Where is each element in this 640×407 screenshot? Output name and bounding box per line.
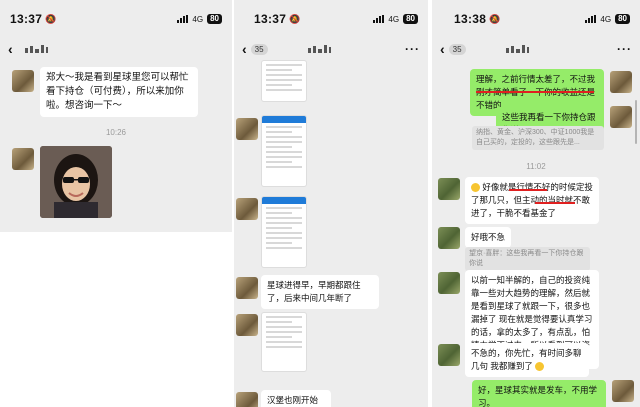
chat-panel-3: 13:38 🔕 4G 80 ‹ 35 ··· 理解，之前行情太差了，不过我刚才简… [432, 0, 640, 407]
signal-icon [373, 15, 385, 23]
quoted-message[interactable]: 纳指、黄金、沪深300、中证1000我是自己买的，定投的，这些跟先是... [472, 126, 604, 150]
chat-header: ‹ 35 ··· [234, 38, 428, 60]
chat-panel-2: 13:37 🔕 4G 80 ‹ 35 ··· 星球进得早，早期都跟住了，后来中间… [234, 0, 428, 407]
chat-name-redacted [24, 45, 48, 53]
silent-bell-icon: 🔕 [489, 13, 501, 24]
highlight-underline [476, 91, 594, 93]
battery-icon: 80 [615, 14, 630, 24]
chat-header: ‹ 35 ··· [432, 38, 640, 60]
more-options-icon[interactable]: ··· [617, 42, 632, 56]
message-bubble: 星球进得早，早期都跟住了，后来中间几年断了 [261, 275, 379, 309]
chat-name-redacted [505, 45, 529, 53]
smile-emoji-icon [471, 183, 480, 193]
photo-message[interactable] [40, 146, 112, 218]
contact-avatar[interactable] [438, 227, 460, 249]
status-time: 13:38 [454, 12, 487, 26]
status-time: 13:37 [10, 12, 43, 26]
message-text: 不急的，你先忙，有时间多聊几句 我都赚到了 [471, 348, 582, 371]
own-avatar[interactable] [610, 71, 632, 93]
signal-icon [177, 15, 189, 23]
more-options-icon[interactable]: ··· [405, 42, 420, 56]
chat-name-redacted [307, 45, 331, 53]
own-avatar[interactable] [610, 106, 632, 128]
highlight-underline [509, 189, 547, 191]
screenshot-image[interactable] [261, 196, 307, 268]
screenshot-image[interactable] [261, 60, 307, 102]
quoted-message[interactable]: 望京·喜胖：这些我再看一下你持仓跟你说 [465, 247, 590, 271]
signal-icon [585, 15, 597, 23]
smile-emoji-icon [535, 362, 545, 372]
contact-avatar[interactable] [438, 272, 460, 294]
network-label: 4G [600, 14, 612, 24]
silent-bell-icon: 🔕 [45, 13, 57, 24]
sender-avatar[interactable] [236, 277, 258, 299]
sender-avatar[interactable] [236, 118, 258, 140]
silent-bell-icon: 🔕 [289, 13, 301, 24]
sender-avatar[interactable] [236, 314, 258, 336]
battery-icon: 80 [403, 14, 418, 24]
network-label: 4G [192, 14, 204, 24]
status-bar: 13:37 🔕 4G 80 [0, 0, 232, 38]
own-avatar[interactable] [612, 380, 634, 402]
contact-avatar[interactable] [438, 344, 460, 366]
chat-panel-1: 13:37 🔕 4G 80 ‹ 郑大～我是看到星球里您可以帮忙看下持仓（可付费）… [0, 0, 232, 232]
message-bubble: 郑大～我是看到星球里您可以帮忙看下持仓（可付费），所以来加你啦。想咨询一下～ [40, 67, 198, 117]
back-arrow-icon[interactable]: ‹ [242, 41, 247, 57]
back-arrow-icon[interactable]: ‹ [440, 41, 445, 57]
screenshot-image[interactable] [261, 312, 307, 372]
sender-avatar[interactable] [236, 392, 258, 407]
sender-avatar[interactable] [236, 198, 258, 220]
chat-header: ‹ [0, 38, 232, 60]
message-bubble: 汉堡也刚开始跟 [261, 390, 331, 407]
time-divider: 10:26 [105, 128, 127, 137]
back-arrow-icon[interactable]: ‹ [8, 41, 13, 57]
highlight-underline [535, 202, 575, 204]
message-text: 好像就是行情不好的时候定投了那几只，但主动的当时就不敢进了，干脆不看基金了 [471, 182, 593, 218]
contact-avatar[interactable] [438, 178, 460, 200]
status-bar: 13:38 🔕 4G 80 [432, 0, 640, 38]
status-time: 13:37 [254, 12, 287, 26]
scrollbar[interactable] [635, 100, 637, 144]
sender-avatar[interactable] [12, 70, 34, 92]
portrait-image [40, 146, 112, 218]
unread-count-badge: 35 [448, 43, 466, 55]
network-label: 4G [388, 14, 400, 24]
time-divider: 11:02 [526, 162, 546, 171]
screenshot-image[interactable] [261, 115, 307, 187]
message-bubble: 好哦不急 [465, 227, 512, 248]
status-bar: 13:37 🔕 4G 80 [234, 0, 428, 38]
battery-icon: 80 [207, 14, 222, 24]
unread-count-badge: 35 [250, 43, 268, 55]
sender-avatar[interactable] [12, 148, 34, 170]
message-bubble-sent: 好，星球其实就是发车，不用学习。 [472, 380, 606, 407]
message-bubble: 不急的，你先忙，有时间多聊几句 我都赚到了 [465, 343, 589, 377]
message-bubble: 好像就是行情不好的时候定投了那几只，但主动的当时就不敢进了，干脆不看基金了 [465, 177, 599, 224]
